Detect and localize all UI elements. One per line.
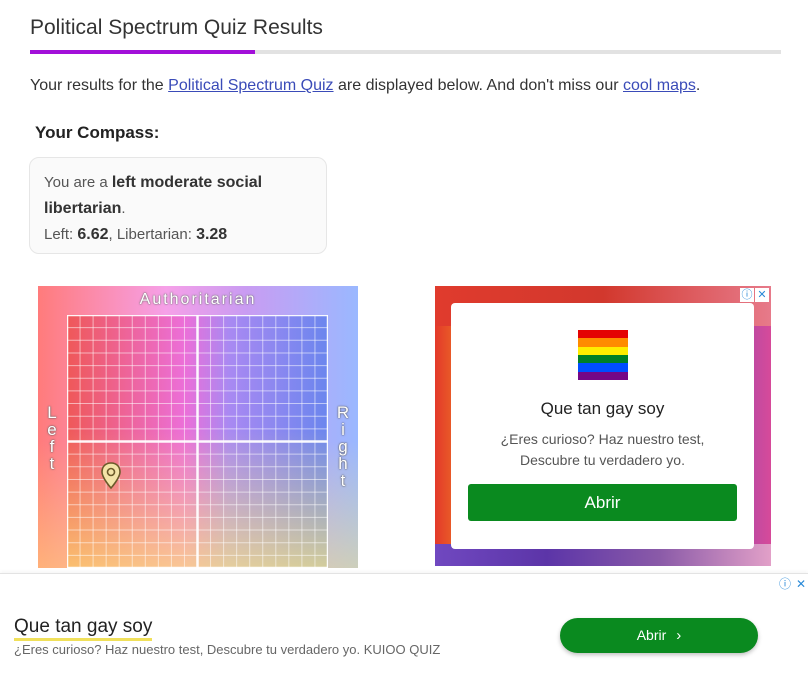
title-underline-accent <box>30 50 255 54</box>
axis-letter: f <box>49 437 55 456</box>
axis-letter: e <box>47 420 57 439</box>
compass-heading: Your Compass: <box>35 123 160 142</box>
banner-close-icon[interactable]: ✕ <box>794 577 808 591</box>
compass-grid-lines <box>67 315 328 568</box>
ad-close-icon[interactable]: ✕ <box>755 288 769 302</box>
ad-card: Que tan gay soy ¿Eres curioso? Haz nuest… <box>451 303 754 549</box>
libertarian-score-label: Libertarian: <box>116 226 192 243</box>
axis-letter: L <box>47 403 57 422</box>
axis-letter: t <box>340 471 346 490</box>
flag-stripe <box>578 330 628 339</box>
bottom-banner-ad[interactable]: ⓘ ✕ Que tan gay soy ¿Eres curioso? Haz n… <box>0 573 808 698</box>
axis-label-left: Left <box>43 404 61 472</box>
axis-letter: i <box>341 420 345 439</box>
banner-open-button[interactable]: Abrir › <box>560 618 758 653</box>
ad-info-icon[interactable]: ⓘ <box>740 288 754 302</box>
flag-stripe <box>578 363 628 372</box>
intro-prefix: Your results for the <box>30 77 169 94</box>
rainbow-flag-icon <box>578 330 628 380</box>
intro-suffix: . <box>695 77 701 94</box>
axis-label-right: Right <box>334 404 352 489</box>
map-pin-icon <box>100 462 122 495</box>
ad-description: ¿Eres curioso? Haz nuestro test, Descubr… <box>500 431 705 468</box>
left-score-label: Left: <box>44 226 74 243</box>
banner-controls: ⓘ ✕ <box>778 577 808 591</box>
result-scores: Left: 6.62, Libertarian: 3.28 <box>44 226 228 243</box>
banner-info-icon[interactable]: ⓘ <box>778 577 792 591</box>
ad-open-button[interactable]: Abrir <box>468 484 737 521</box>
intro-middle: are displayed below. And don't miss our <box>333 77 623 94</box>
axis-label-authoritarian: Authoritarian <box>139 291 257 308</box>
axis-letter: h <box>338 454 348 473</box>
result-prefix: You are a <box>44 174 112 191</box>
flag-stripe <box>578 346 628 355</box>
axis-letter: t <box>49 454 55 473</box>
banner-button-label: Abrir <box>636 627 667 643</box>
compass-grid <box>67 315 328 568</box>
flag-stripe <box>578 354 628 364</box>
quiz-link[interactable]: Political Spectrum Quiz <box>168 77 333 94</box>
ad-controls: ⓘ ✕ <box>740 288 769 302</box>
left-score-value: 6.62 <box>77 226 109 243</box>
axis-letter: g <box>338 437 348 456</box>
axis-letter: R <box>336 403 350 422</box>
banner-description: ¿Eres curioso? Haz nuestro test, Descubr… <box>14 642 441 657</box>
display-ad[interactable]: ⓘ ✕ Que tan gay soy ¿Eres curioso? Haz n… <box>435 286 771 566</box>
chevron-right-icon: › <box>676 627 682 644</box>
banner-title: Que tan gay soy <box>14 616 153 641</box>
cool-maps-link[interactable]: cool maps <box>623 77 696 94</box>
flag-stripe <box>578 371 628 380</box>
political-compass: Authoritarian Left Right <box>38 286 358 568</box>
page-title: Political Spectrum Quiz Results <box>30 16 323 39</box>
ad-title: Que tan gay soy <box>540 399 665 418</box>
result-suffix: . <box>121 200 126 217</box>
intro-text: Your results for the Political Spectrum … <box>30 77 700 95</box>
flag-stripe <box>578 338 628 347</box>
libertarian-score-value: 3.28 <box>196 226 228 243</box>
result-box: You are a left moderate social libertari… <box>29 157 327 254</box>
